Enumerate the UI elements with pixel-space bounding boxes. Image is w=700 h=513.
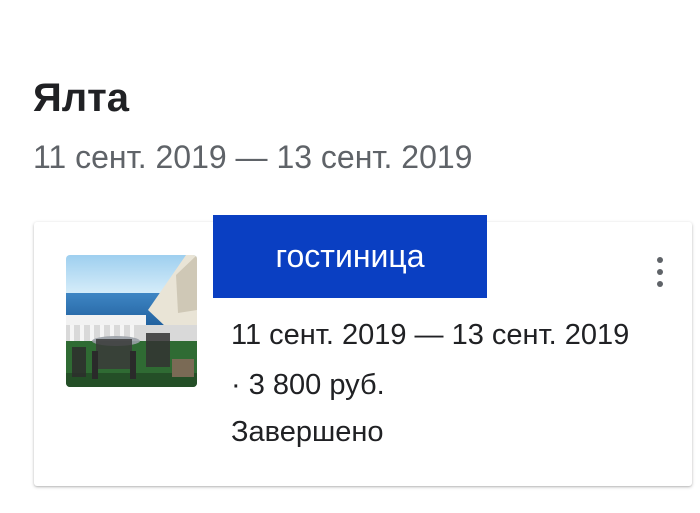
trip-page: Ялта 11 сент. 2019 — 13 сент. 2019 гости… xyxy=(0,0,700,513)
category-label: гостиница xyxy=(213,215,487,298)
hotel-photo xyxy=(66,255,197,387)
menu-dot xyxy=(657,257,663,263)
reservation-status: Завершено xyxy=(231,416,384,448)
reservation-details: 11 сент. 2019 — 13 сент. 2019 · 3 800 ру… xyxy=(231,319,630,401)
trip-title: Ялта xyxy=(33,76,129,120)
more-vert-icon[interactable] xyxy=(644,252,676,292)
trip-dates: 11 сент. 2019 — 13 сент. 2019 xyxy=(33,139,473,175)
menu-dot xyxy=(657,269,663,275)
menu-dot xyxy=(657,281,663,287)
reservation-card[interactable]: гостиница 11 сент. 2019 — 13 сент. 2019 … xyxy=(34,215,692,486)
